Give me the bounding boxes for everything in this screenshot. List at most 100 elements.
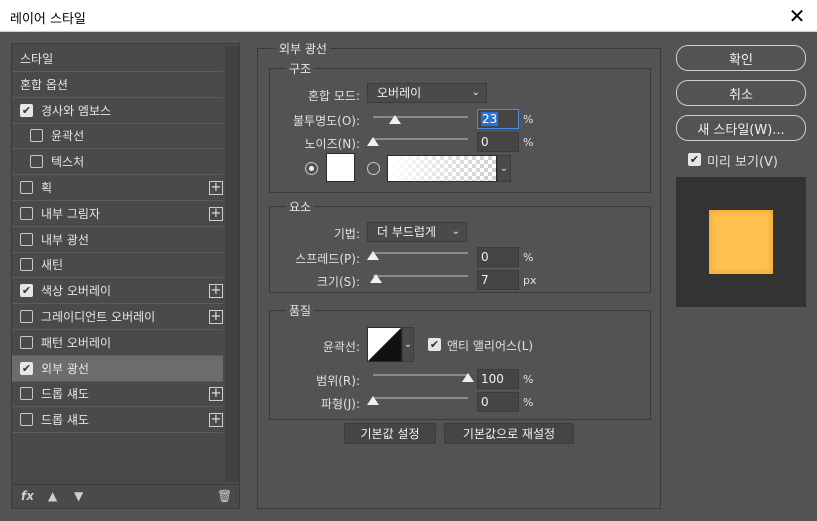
- outer-glow-group: 외부 광선 구조 혼합 모드: 오버레이 ⌄ 불투명도(O): 23 % 노이즈…: [257, 40, 661, 509]
- style-label: 획: [41, 181, 53, 195]
- style-checkbox[interactable]: [20, 232, 33, 246]
- style-checkbox[interactable]: [20, 181, 33, 194]
- size-input[interactable]: 7: [477, 270, 519, 290]
- trash-icon[interactable]: 🗑: [217, 489, 232, 503]
- move-down-icon[interactable]: ▼: [74, 489, 83, 503]
- style-label: 그레이디언트 오버레이: [41, 310, 156, 324]
- range-input[interactable]: 100: [477, 369, 519, 389]
- blend-mode-value: 오버레이: [377, 86, 422, 100]
- contour-swatch[interactable]: [367, 327, 402, 362]
- spread-slider-track[interactable]: [373, 252, 468, 254]
- opacity-input[interactable]: 23: [477, 109, 519, 129]
- make-default-button[interactable]: 기본값 설정: [344, 423, 436, 444]
- styles-list-item[interactable]: 새틴: [12, 252, 223, 279]
- jitter-slider-thumb[interactable]: [367, 396, 379, 405]
- contour-dropdown-chevron-icon[interactable]: ⌄: [402, 327, 414, 362]
- style-checkbox[interactable]: [20, 387, 33, 401]
- fx-button[interactable]: fx: [21, 489, 34, 503]
- style-checkbox[interactable]: [20, 206, 33, 220]
- add-style-icon[interactable]: +: [209, 206, 223, 221]
- opacity-slider-thumb[interactable]: [388, 115, 401, 124]
- add-style-icon[interactable]: +: [209, 284, 223, 299]
- elements-group: 요소 기법: 더 부드럽게 ⌄ 스프레드(P): 0 % 크기(S): 7 px: [269, 198, 651, 293]
- styles-list-item[interactable]: ✔ 경사와 엠보스: [12, 98, 223, 124]
- jitter-value: 0: [481, 395, 489, 409]
- noise-slider-track[interactable]: [373, 138, 468, 140]
- add-style-icon[interactable]: +: [209, 413, 223, 428]
- styles-list-item[interactable]: 혼합 옵션: [12, 72, 223, 98]
- blend-mode-dropdown[interactable]: 오버레이 ⌄: [367, 83, 487, 103]
- style-checkbox[interactable]: [20, 413, 33, 427]
- style-checkbox[interactable]: ✔: [20, 361, 33, 375]
- reset-default-button[interactable]: 기본값으로 재설정: [444, 423, 574, 444]
- range-slider-thumb[interactable]: [462, 373, 474, 382]
- ok-button[interactable]: 확인: [676, 45, 806, 71]
- styles-list-item[interactable]: 드롭 섀도 +: [12, 381, 223, 408]
- opacity-label: 불투명도(O):: [292, 114, 360, 128]
- style-checkbox[interactable]: [20, 335, 33, 349]
- contour-label: 윤곽선:: [322, 340, 360, 354]
- styles-list-item[interactable]: 드롭 섀도 +: [12, 407, 223, 434]
- new-style-button[interactable]: 새 스타일(W)...: [676, 115, 806, 141]
- add-style-icon[interactable]: +: [209, 387, 223, 402]
- styles-list-item[interactable]: 그레이디언트 오버레이 +: [12, 304, 223, 330]
- size-slider-track[interactable]: [373, 275, 468, 277]
- styles-list-item[interactable]: 내부 그림자 +: [12, 201, 223, 227]
- styles-list-item[interactable]: 텍스처: [12, 149, 223, 176]
- spread-input[interactable]: 0: [477, 247, 519, 267]
- styles-scrollbar[interactable]: [225, 46, 239, 482]
- add-style-icon[interactable]: +: [209, 181, 223, 195]
- styles-list-item[interactable]: 내부 광선: [12, 227, 223, 253]
- move-up-icon[interactable]: ▲: [48, 489, 57, 503]
- size-unit: px: [523, 274, 537, 287]
- spread-slider-thumb[interactable]: [367, 251, 379, 260]
- jitter-input[interactable]: 0: [477, 392, 519, 412]
- preview-checkbox[interactable]: ✔: [688, 153, 701, 166]
- gradient-swatch[interactable]: [387, 155, 497, 182]
- style-checkbox[interactable]: ✔: [20, 284, 33, 298]
- jitter-slider-track[interactable]: [373, 397, 468, 399]
- style-checkbox[interactable]: [20, 310, 33, 323]
- styles-list-item[interactable]: ✔ 외부 광선: [12, 355, 223, 382]
- elements-title: 요소: [286, 198, 315, 215]
- style-label: 패턴 오버레이: [41, 335, 112, 350]
- noise-unit: %: [523, 136, 534, 149]
- gradient-dropdown-chevron-icon[interactable]: ⌄: [497, 155, 511, 182]
- style-checkbox[interactable]: ✔: [20, 103, 33, 117]
- styles-list-item[interactable]: ✔ 색상 오버레이 +: [12, 278, 223, 305]
- style-label: 드롭 섀도: [41, 387, 89, 402]
- opacity-slider-track[interactable]: [373, 116, 468, 118]
- add-style-icon[interactable]: +: [209, 310, 223, 324]
- size-label: 크기(S):: [316, 275, 360, 289]
- opacity-unit: %: [523, 113, 534, 126]
- glow-color-swatch[interactable]: [326, 153, 355, 182]
- styles-list-item[interactable]: 획 +: [12, 175, 223, 201]
- style-checkbox[interactable]: [30, 129, 43, 143]
- jitter-label: 파형(J):: [320, 397, 360, 411]
- style-label: 외부 광선: [41, 361, 89, 376]
- style-checkbox[interactable]: [30, 155, 43, 169]
- antialias-checkbox[interactable]: ✔: [428, 338, 441, 351]
- styles-list-item[interactable]: 패턴 오버레이: [12, 330, 223, 356]
- preview-swatch: [709, 210, 773, 274]
- range-unit: %: [523, 373, 534, 386]
- noise-slider-thumb[interactable]: [367, 137, 379, 146]
- gradient-radio[interactable]: [367, 162, 380, 175]
- styles-list-item[interactable]: 스타일: [12, 46, 223, 72]
- styles-list-item[interactable]: 윤곽선: [12, 123, 223, 150]
- range-slider-track[interactable]: [373, 374, 468, 376]
- size-slider-thumb[interactable]: [369, 274, 382, 283]
- range-value: 100: [481, 372, 504, 386]
- technique-dropdown[interactable]: 더 부드럽게 ⌄: [367, 222, 467, 242]
- structure-group: 구조 혼합 모드: 오버레이 ⌄ 불투명도(O): 23 % 노이즈(N): 0…: [269, 60, 651, 193]
- solid-color-radio[interactable]: [305, 162, 318, 175]
- cancel-button[interactable]: 취소: [676, 80, 806, 106]
- range-label: 범위(R):: [316, 374, 360, 388]
- styles-panel: 스타일 혼합 옵션 ✔ 경사와 엠보스 윤곽선 텍스처 획 + 내부 그림자 + 내부 광선 새틴 ✔ 색…: [11, 43, 240, 509]
- size-value: 7: [481, 273, 489, 287]
- noise-input[interactable]: 0: [477, 132, 519, 152]
- noise-value: 0: [481, 135, 489, 149]
- close-icon[interactable]: ✕: [777, 0, 817, 31]
- style-label: 경사와 엠보스: [41, 103, 112, 118]
- style-checkbox[interactable]: [20, 258, 33, 272]
